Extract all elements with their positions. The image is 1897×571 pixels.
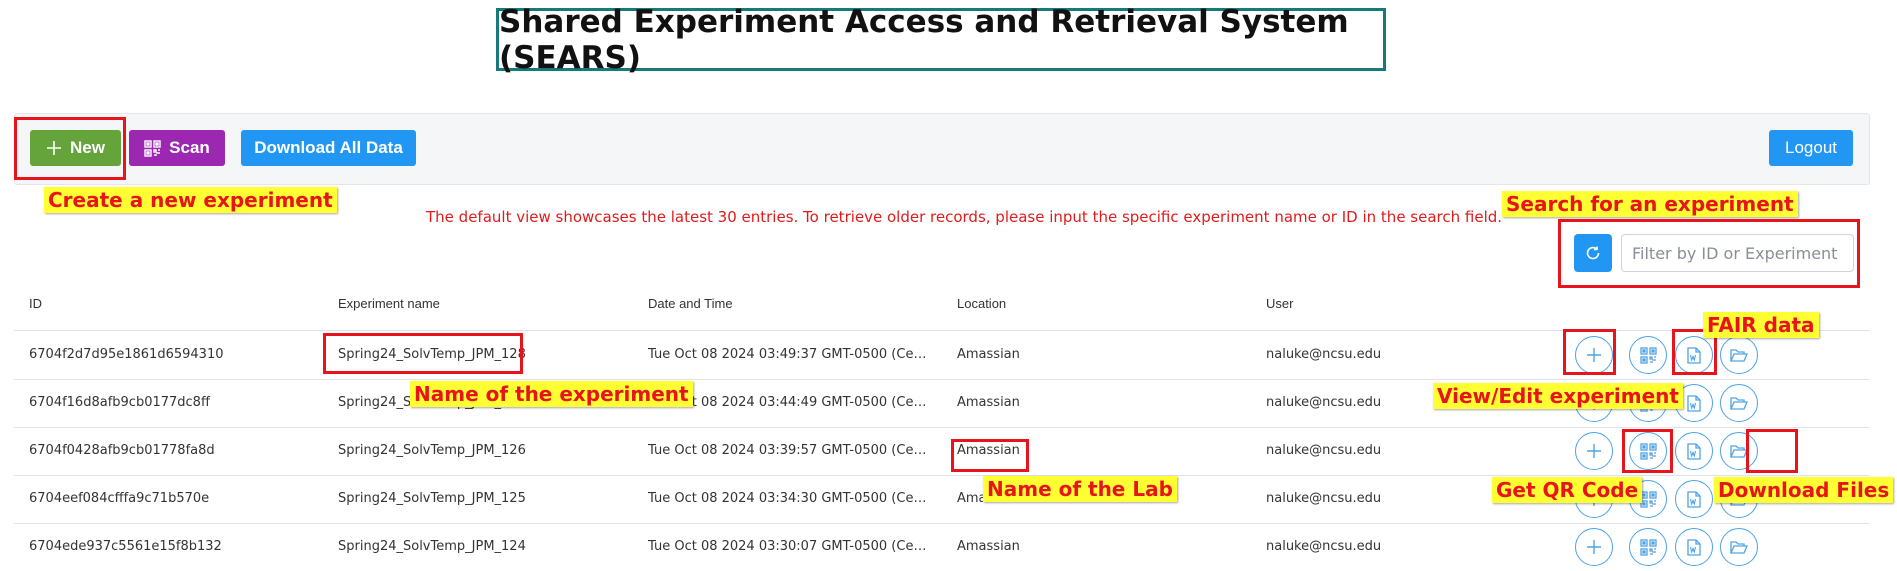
- qr-code-icon: [1639, 538, 1657, 556]
- fair-data-button[interactable]: [1675, 336, 1713, 374]
- download-all-data-button[interactable]: Download All Data: [241, 130, 416, 166]
- annotation-create-experiment: Create a new experiment: [44, 187, 337, 213]
- qr-code-button[interactable]: [1629, 528, 1667, 566]
- qr-code-button[interactable]: [1629, 336, 1667, 374]
- annotation-lab-name: Name of the Lab: [983, 476, 1177, 502]
- file-word-icon: [1687, 538, 1701, 556]
- fair-data-button[interactable]: [1675, 528, 1713, 566]
- file-word-icon: [1687, 442, 1701, 460]
- view-edit-button[interactable]: [1575, 432, 1613, 470]
- qr-code-icon: [1639, 346, 1657, 364]
- table-cell-id: 6704ede937c5561e15f8b132: [29, 539, 222, 554]
- table-divider: [14, 330, 1870, 331]
- folder-open-icon: [1730, 540, 1748, 555]
- table-cell-date: Tue Oct 08 2024 03:49:37 GMT-0500 (Centr…: [648, 347, 928, 362]
- view-edit-button[interactable]: [1575, 336, 1613, 374]
- qr-code-icon: [144, 139, 161, 157]
- search-input[interactable]: [1621, 234, 1854, 272]
- folder-open-icon: [1730, 444, 1748, 459]
- table-cell-user: naluke@ncsu.edu: [1266, 539, 1382, 554]
- table-row-divider: [14, 427, 1870, 428]
- table-row-divider: [14, 475, 1870, 476]
- table-cell-date: Tue Oct 08 2024 03:30:07 GMT-0500 (Centr…: [648, 539, 928, 554]
- view-edit-button[interactable]: [1575, 528, 1613, 566]
- column-header-location: Location: [957, 296, 1007, 311]
- column-header-id: ID: [29, 296, 42, 311]
- table-cell-user: naluke@ncsu.edu: [1266, 347, 1382, 362]
- table-cell-name: Spring24_SolvTemp_JPM_128: [338, 347, 526, 362]
- qr-code-icon: [1639, 442, 1657, 460]
- table-cell-location: Amassian: [957, 347, 1020, 362]
- plus-icon: [1586, 347, 1602, 363]
- fair-data-button[interactable]: [1675, 432, 1713, 470]
- file-word-icon: [1687, 394, 1701, 412]
- download-files-button[interactable]: [1720, 336, 1758, 374]
- table-cell-location: Amassian: [957, 443, 1020, 458]
- download-all-label: Download All Data: [254, 138, 403, 157]
- plus-icon: [1586, 539, 1602, 555]
- plus-icon: [46, 140, 62, 156]
- column-header-user: User: [1266, 296, 1294, 311]
- table-cell-id: 6704f16d8afb9cb0177dc8ff: [29, 395, 210, 410]
- table-cell-name: Spring24_SolvTemp_JPM_125: [338, 491, 526, 506]
- table-cell-name: Spring24_SolvTemp_JPM_126: [338, 443, 526, 458]
- fair-data-button[interactable]: [1675, 480, 1713, 518]
- logout-button[interactable]: Logout: [1769, 130, 1853, 166]
- latest-entries-notice: The default view showcases the latest 30…: [426, 208, 1503, 226]
- refresh-icon: [1584, 244, 1602, 262]
- annotation-search-experiment: Search for an experiment: [1502, 191, 1798, 217]
- new-experiment-button[interactable]: New: [30, 130, 121, 166]
- annotation-download-files: Download Files: [1714, 477, 1894, 503]
- annotation-fair-data: FAIR data: [1703, 312, 1819, 338]
- table-cell-id: 6704eef084cfffa9c71b570e: [29, 491, 210, 506]
- table-cell-location: Amassian: [957, 395, 1020, 410]
- page-title: Shared Experiment Access and Retrieval S…: [496, 4, 1386, 76]
- table-row-divider: [14, 523, 1870, 524]
- annotation-experiment-name: Name of the experiment: [410, 381, 693, 407]
- download-files-button[interactable]: [1720, 384, 1758, 422]
- table-cell-user: naluke@ncsu.edu: [1266, 443, 1382, 458]
- qr-code-button[interactable]: [1629, 432, 1667, 470]
- new-button-label: New: [70, 138, 105, 157]
- table-cell-name: Spring24_SolvTemp_JPM_124: [338, 539, 526, 554]
- scan-button[interactable]: Scan: [129, 130, 225, 166]
- table-cell-user: naluke@ncsu.edu: [1266, 491, 1382, 506]
- table-cell-id: 6704f2d7d95e1861d6594310: [29, 347, 224, 362]
- refresh-button[interactable]: [1574, 234, 1612, 272]
- table-cell-location: Amassian: [957, 539, 1020, 554]
- file-word-icon: [1687, 490, 1701, 508]
- logout-label: Logout: [1785, 138, 1837, 157]
- annotation-qr-code: Get QR Code: [1492, 477, 1643, 503]
- scan-button-label: Scan: [169, 138, 210, 157]
- folder-open-icon: [1730, 396, 1748, 411]
- download-files-button[interactable]: [1720, 528, 1758, 566]
- table-row-divider: [14, 379, 1870, 380]
- table-cell-id: 6704f0428afb9cb01778fa8d: [29, 443, 215, 458]
- download-files-button[interactable]: [1720, 432, 1758, 470]
- table-cell-date: Tue Oct 08 2024 03:39:57 GMT-0500 (Centr…: [648, 443, 928, 458]
- plus-icon: [1586, 443, 1602, 459]
- table-cell-date: Tue Oct 08 2024 03:34:30 GMT-0500 (Centr…: [648, 491, 928, 506]
- annotation-view-edit: View/Edit experiment: [1433, 383, 1683, 409]
- column-header-date-time: Date and Time: [648, 296, 733, 311]
- table-cell-user: naluke@ncsu.edu: [1266, 395, 1382, 410]
- file-word-icon: [1687, 346, 1701, 364]
- column-header-experiment-name: Experiment name: [338, 296, 440, 311]
- folder-open-icon: [1730, 348, 1748, 363]
